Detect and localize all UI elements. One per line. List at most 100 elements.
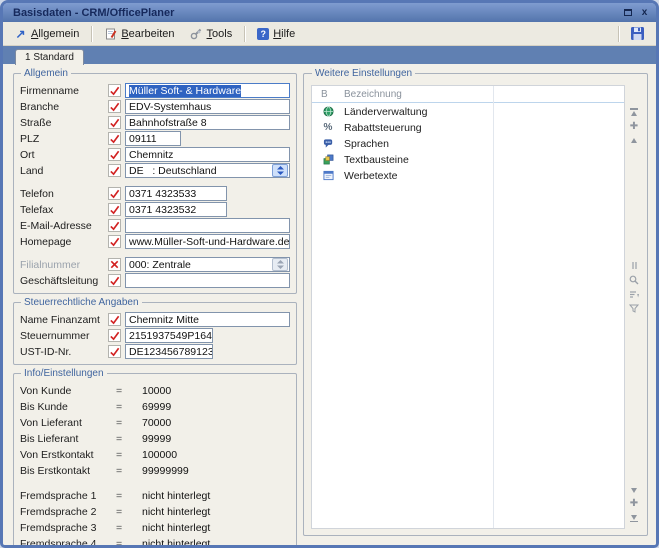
list-tools (629, 261, 639, 313)
add-button[interactable]: ✚ (630, 499, 638, 509)
row-email: E-Mail-Adresse (20, 218, 290, 233)
list-item-sprachen[interactable]: Sprachen (312, 136, 624, 151)
row-ustid: UST-ID-Nr. DE123456789123 (20, 344, 290, 359)
telefax-input[interactable]: 0371 4323532 (125, 202, 227, 217)
spinner-icon[interactable] (272, 164, 288, 177)
menu-hilfe-label: Hilfe (273, 28, 295, 40)
list-item-textbausteine[interactable]: Textbausteine (312, 152, 624, 167)
check-icon[interactable] (108, 116, 121, 129)
list-item-label: Rabattsteuerung (344, 122, 624, 134)
restore-button[interactable] (621, 6, 634, 19)
check-icon[interactable] (108, 164, 121, 177)
group-steuer-title: Steuerrechtliche Angaben (21, 297, 142, 308)
info-value: 10000 (142, 385, 171, 397)
check-icon[interactable] (108, 84, 121, 97)
filialnummer-value: 000: Zentrale (129, 259, 191, 271)
menu-hilfe[interactable]: ? Hilfe (250, 25, 302, 43)
geschaeftsleitung-label: Geschäftsleitung (20, 275, 108, 287)
steuernummer-value: 2151937549P1644 (129, 330, 213, 342)
search-icon[interactable] (629, 275, 639, 285)
branche-input[interactable]: EDV-Systemhaus (125, 99, 290, 114)
email-input[interactable] (125, 218, 290, 233)
globe-icon (312, 106, 344, 118)
group-allgemein-title: Allgemein (21, 68, 71, 79)
finanzamt-input[interactable]: Chemnitz Mitte (125, 312, 290, 327)
move-to-top-button[interactable] (630, 107, 638, 116)
move-down-button[interactable] (631, 488, 637, 493)
info-label: Bis Erstkontakt (20, 465, 116, 477)
geschaeftsleitung-input[interactable] (125, 273, 290, 288)
plz-input[interactable]: 09111 (125, 131, 181, 146)
telefon-value: 0371 4323533 (129, 188, 196, 200)
left-column: Allgemein Firmenname Müller Soft- & Hard… (13, 68, 297, 536)
strasse-label: Straße (20, 117, 108, 129)
firmenname-input[interactable]: Müller Soft- & Hardware (125, 83, 290, 98)
homepage-input[interactable]: www.Müller-Soft-und-Hardware.de → (125, 234, 290, 249)
settings-list[interactable]: B Bezeichnung Länderverwaltung % (311, 85, 625, 529)
info-value: 100000 (142, 449, 177, 461)
sort-icon[interactable] (629, 290, 639, 299)
list-item-werbetexte[interactable]: Werbetexte (312, 168, 624, 183)
strasse-input[interactable]: Bahnhofstraße 8 (125, 115, 290, 130)
move-up-button[interactable] (631, 138, 637, 143)
telefax-value: 0371 4323532 (129, 204, 196, 216)
info-label: Fremdsprache 4 (20, 538, 116, 546)
telefax-label: Telefax (20, 204, 108, 216)
steuernummer-input[interactable]: 2151937549P1644 (125, 328, 213, 343)
check-icon[interactable] (108, 274, 121, 287)
move-controls-top: ✚ (630, 107, 638, 143)
check-icon[interactable] (108, 132, 121, 145)
check-icon[interactable] (108, 219, 121, 232)
info-value: nicht hinterlegt (142, 538, 210, 546)
cross-icon[interactable] (108, 258, 121, 271)
go-arrow-icon[interactable]: → (289, 235, 290, 248)
branche-value: EDV-Systemhaus (129, 101, 211, 113)
menu-tools[interactable]: Tools (183, 24, 240, 43)
clip-icon[interactable] (630, 261, 639, 270)
edit-notepad-icon (104, 27, 117, 40)
row-geschaeftsleitung: Geschäftsleitung (20, 273, 290, 288)
menu-bearbeiten[interactable]: Bearbeiten (97, 24, 181, 43)
info-value: 69999 (142, 401, 171, 413)
info-row: Fremdsprache 4 = nicht hinterlegt (20, 536, 290, 545)
column-header-bezeichnung[interactable]: Bezeichnung (344, 89, 624, 100)
spinner-icon (272, 258, 288, 271)
info-row: Von Kunde = 10000 (20, 383, 290, 398)
move-to-bottom-button[interactable] (630, 515, 638, 524)
close-button[interactable]: x (638, 6, 651, 19)
save-button[interactable] (623, 23, 652, 44)
strasse-value: Bahnhofstraße 8 (129, 117, 207, 129)
info-row: Bis Lieferant = 99999 (20, 431, 290, 446)
tab-standard[interactable]: 1 Standard (15, 49, 84, 65)
check-icon[interactable] (108, 345, 121, 358)
check-icon[interactable] (108, 100, 121, 113)
check-icon[interactable] (108, 235, 121, 248)
check-icon[interactable] (108, 148, 121, 161)
help-icon: ? (257, 28, 269, 40)
info-value: 99999 (142, 433, 171, 445)
column-header-b[interactable]: B (312, 89, 344, 100)
land-dropdown[interactable]: DE : Deutschland (125, 163, 290, 178)
menu-allgemein[interactable]: ↗ Allgemein (7, 24, 86, 43)
ustid-input[interactable]: DE123456789123 (125, 344, 213, 359)
add-button[interactable]: ✚ (630, 122, 638, 132)
ort-input[interactable]: Chemnitz (125, 147, 290, 162)
group-info: Info/Einstellungen Von Kunde = 10000 Bis… (13, 368, 297, 545)
row-firmenname: Firmenname Müller Soft- & Hardware (20, 83, 290, 98)
check-icon[interactable] (108, 329, 121, 342)
land-label: Land (20, 165, 108, 177)
telefon-input[interactable]: 0371 4323533 (125, 186, 227, 201)
filter-icon[interactable] (629, 304, 639, 313)
list-item-label: Sprachen (344, 138, 624, 150)
save-disk-icon (630, 26, 645, 41)
info-row: Fremdsprache 3 = nicht hinterlegt (20, 520, 290, 535)
row-finanzamt: Name Finanzamt Chemnitz Mitte (20, 312, 290, 327)
check-icon[interactable] (108, 203, 121, 216)
list-item-rabattsteuerung[interactable]: % Rabattsteuerung (312, 120, 624, 135)
list-item-laenderverwaltung[interactable]: Länderverwaltung (312, 104, 624, 119)
homepage-value: www.Müller-Soft-und-Hardware.de (129, 236, 289, 248)
check-icon[interactable] (108, 187, 121, 200)
ustid-label: UST-ID-Nr. (20, 346, 108, 358)
check-icon[interactable] (108, 313, 121, 326)
filialnummer-dropdown[interactable]: 000: Zentrale (125, 257, 290, 272)
